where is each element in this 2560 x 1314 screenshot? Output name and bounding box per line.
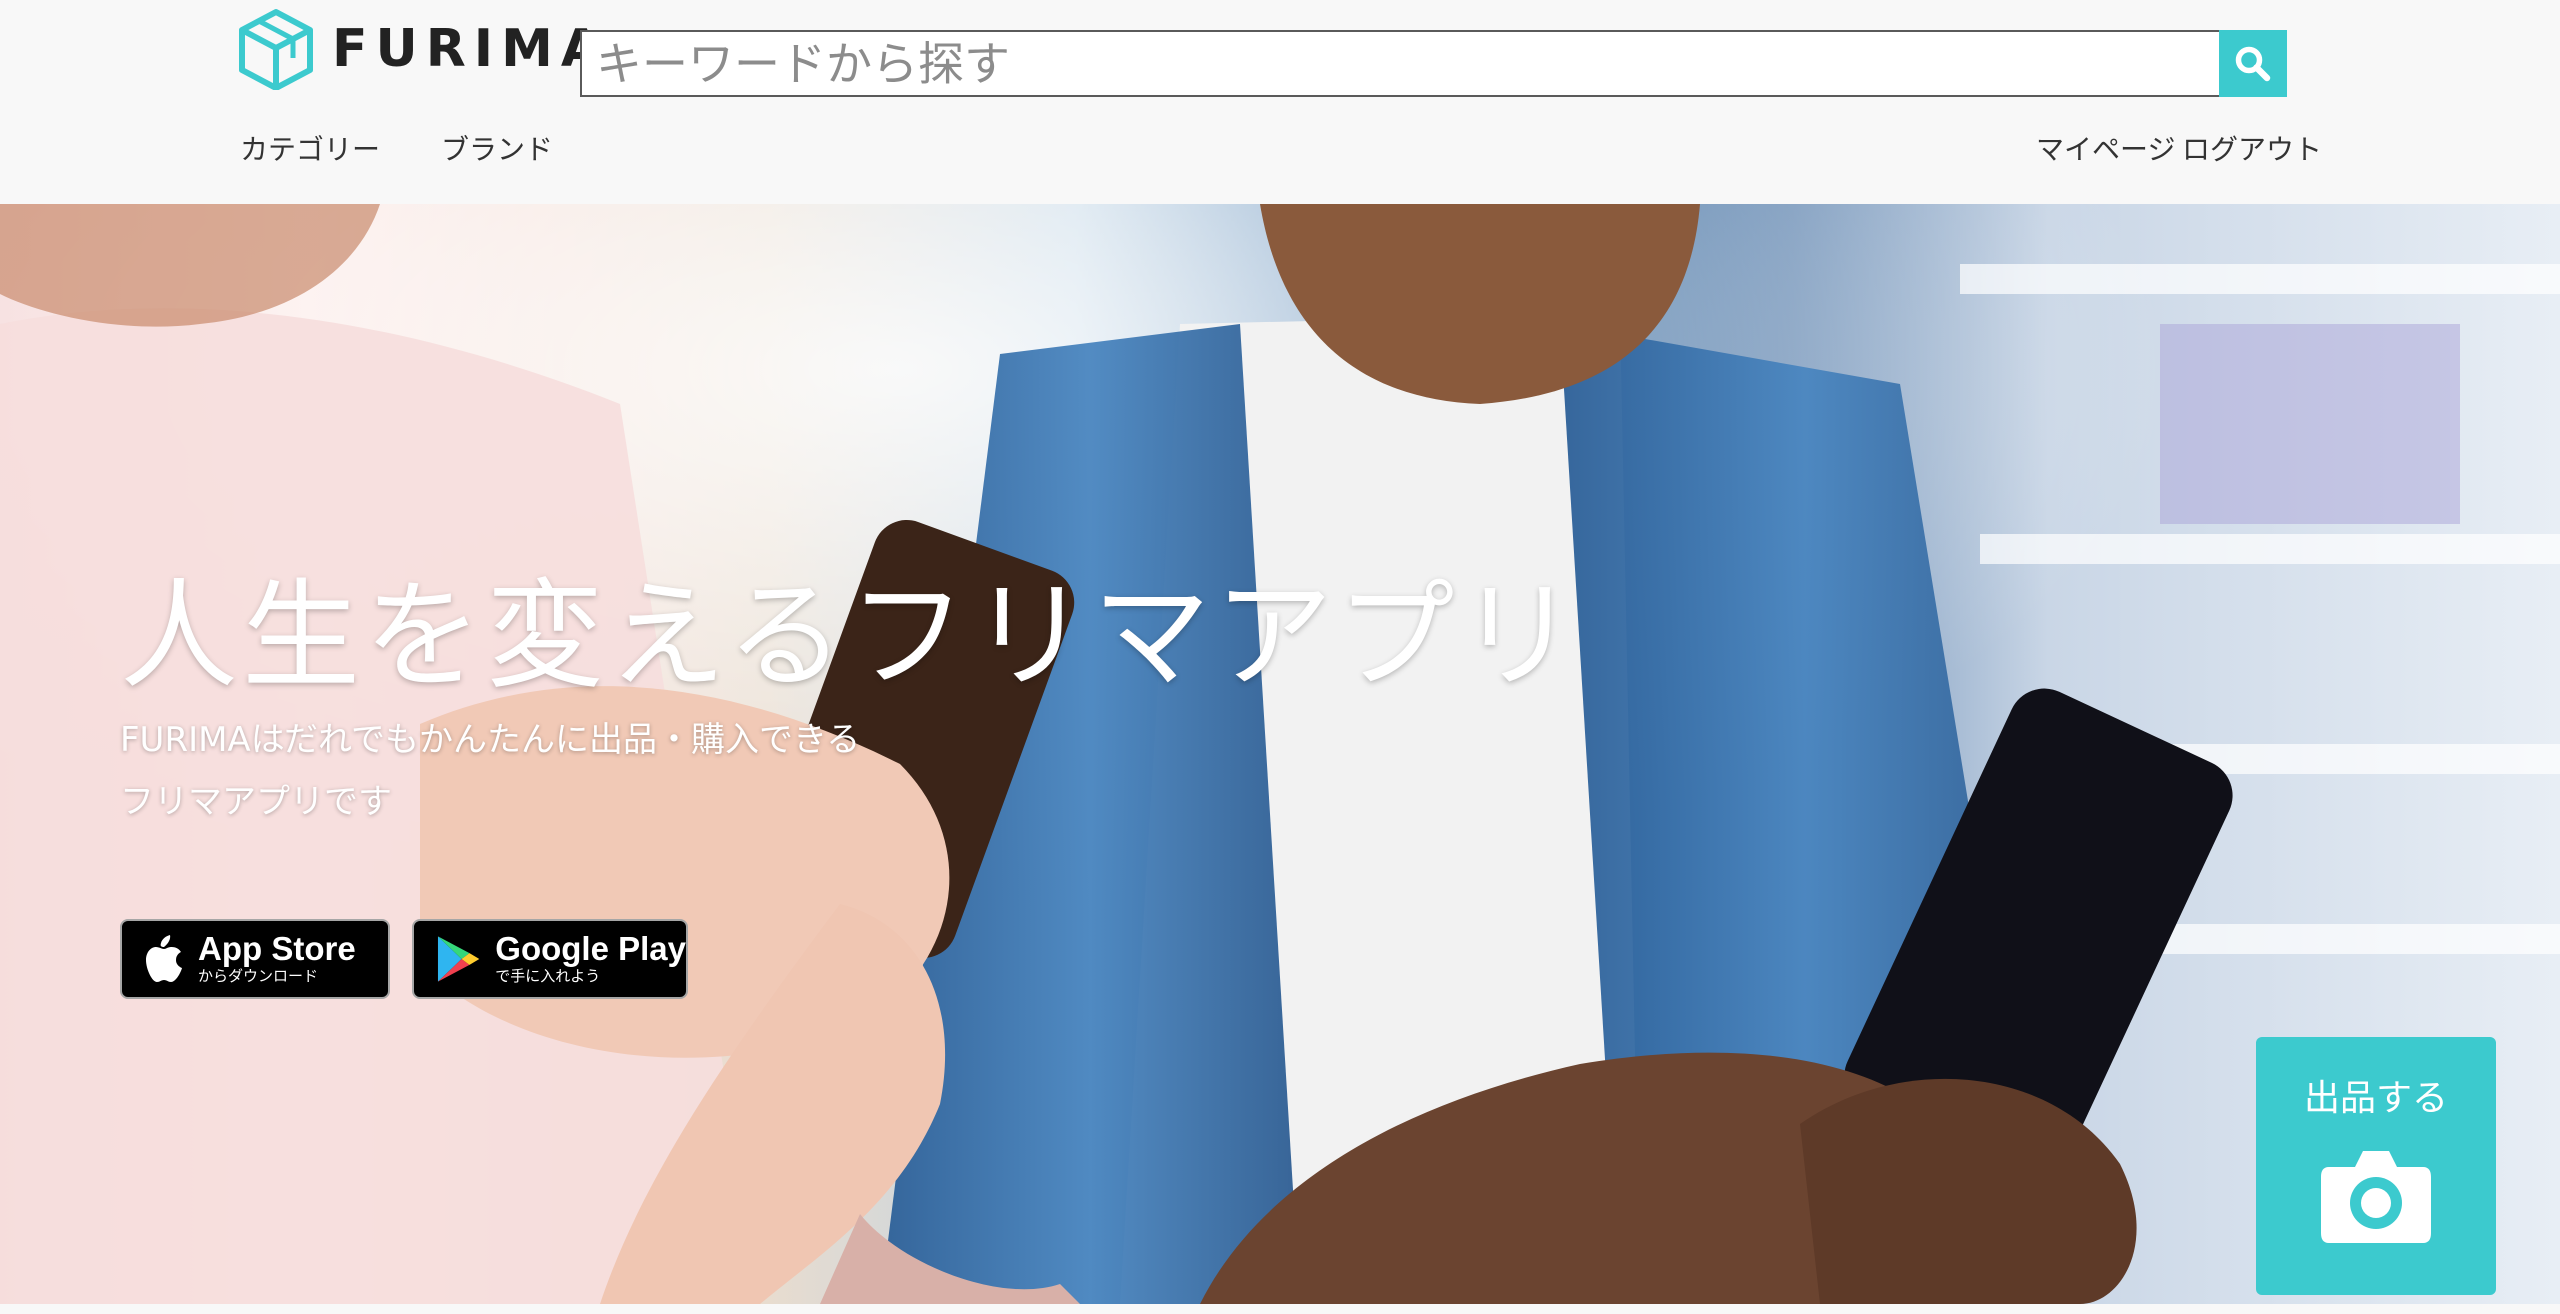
nav-mypage-link[interactable]: マイページ (2036, 128, 2175, 168)
google-play-badge-sub: で手に入れよう (495, 967, 601, 985)
site-header: FURIMA カテゴリー ブランド マイページ ログアウト (0, 0, 2560, 204)
nav-logout-link[interactable]: ログアウト (2182, 128, 2322, 168)
google-play-badge-text: Google Play で手に入れよう (495, 932, 686, 986)
hero-subtitle: FURIMAはだれでもかんたんに出品・購入できる フリマアプリです (120, 709, 860, 833)
hero-title: 人生を変えるフリマアプリ (120, 567, 1581, 705)
camera-icon (2321, 1151, 2431, 1243)
cube-logo-icon (239, 9, 313, 90)
google-play-badge-main: Google Play (495, 930, 686, 967)
hero-subtitle-line-2: フリマアプリです (120, 782, 392, 822)
search-icon (2235, 46, 2271, 81)
app-store-badge[interactable]: App Store からダウンロード (120, 919, 390, 999)
hero-subtitle-line-1: FURIMAはだれでもかんたんに出品・購入できる (120, 720, 861, 760)
logo-text: FURIMA (332, 19, 610, 79)
app-store-badge-text: App Store からダウンロード (198, 932, 356, 986)
sell-button-label: 出品する (2303, 1078, 2448, 1119)
nav-category-link[interactable]: カテゴリー (240, 128, 380, 168)
search-input[interactable] (580, 30, 2220, 97)
hero-section: 人生を変えるフリマアプリ FURIMAはだれでもかんたんに出品・購入できる フリ… (0, 204, 2560, 1304)
app-store-badge-main: App Store (198, 930, 356, 967)
apple-icon (146, 935, 182, 982)
nav-brand-link[interactable]: ブランド (441, 128, 553, 168)
sell-button[interactable]: 出品する (2256, 1037, 2496, 1295)
search-button[interactable] (2219, 30, 2287, 97)
google-play-icon (437, 936, 480, 982)
site-logo[interactable]: FURIMA (238, 8, 609, 90)
app-store-badge-sub: からダウンロード (198, 967, 319, 985)
google-play-badge[interactable]: Google Play で手に入れよう (412, 919, 688, 999)
